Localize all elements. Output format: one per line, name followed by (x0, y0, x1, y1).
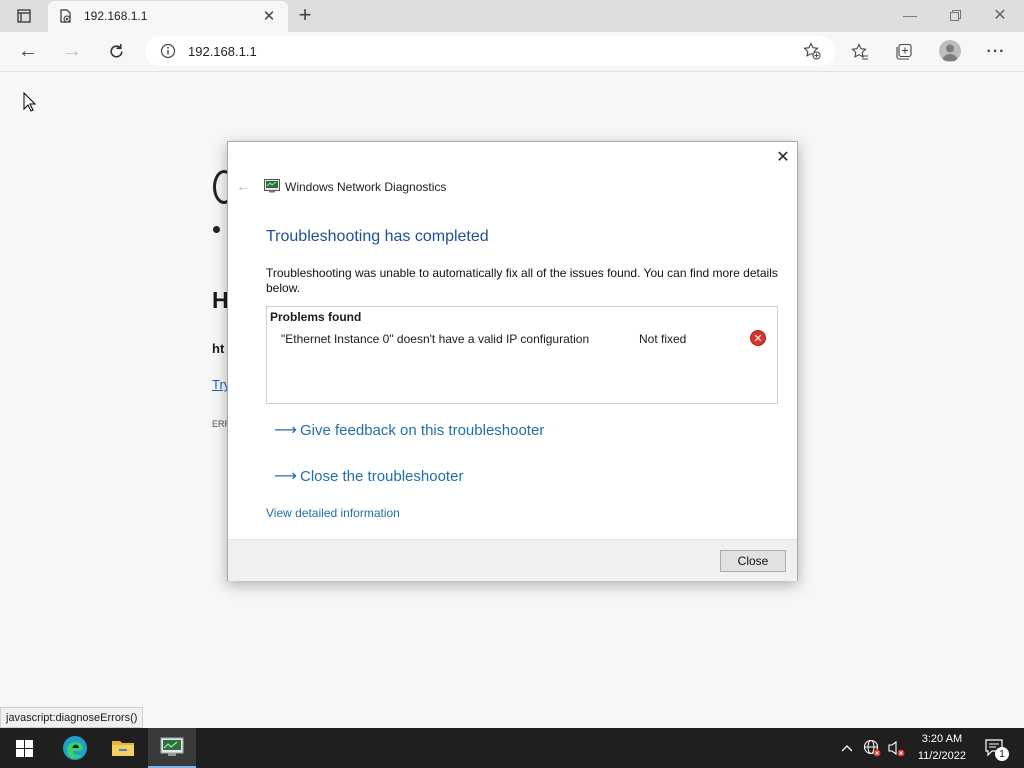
dialog-close-icon[interactable]: ✕ (774, 148, 792, 166)
dialog-heading: Troubleshooting has completed (266, 228, 489, 245)
address-text: 192.168.1.1 (188, 44, 257, 59)
problem-description: "Ethernet Instance 0" doesn't have a val… (281, 332, 590, 346)
diagnostics-app-icon (264, 179, 280, 198)
network-diagnostics-taskbar-icon[interactable] (148, 728, 196, 768)
tab-title: 192.168.1.1 (84, 9, 148, 23)
show-hidden-icons-icon[interactable] (838, 728, 856, 768)
page-error-icon (58, 9, 72, 28)
feedback-action-link[interactable]: ⟶ Give feedback on this troubleshooter (274, 420, 544, 440)
plus-icon[interactable]: + (294, 2, 316, 27)
notification-count-badge: 1 (995, 747, 1009, 761)
dialog-footer: Close (228, 539, 797, 581)
dialog-description: Troubleshooting was unable to automatica… (266, 266, 778, 295)
profile-icon[interactable] (939, 40, 961, 62)
arrow-right-icon: ⟶ (274, 422, 297, 439)
minimize-icon[interactable]: — (900, 6, 920, 24)
collections-icon[interactable] (893, 41, 915, 63)
favorites-icon[interactable] (849, 41, 871, 63)
info-icon[interactable] (160, 43, 176, 64)
network-diagnostics-dialog: ✕ ← Windows Network Diagnostics Troubles… (227, 141, 798, 581)
close-button[interactable]: Close (720, 550, 786, 572)
not-fixed-error-icon: ✕ (750, 330, 766, 346)
tab-actions-icon[interactable] (14, 6, 34, 26)
clock[interactable]: 3:20 AM 11/2/2022 (918, 731, 966, 765)
problems-header: Problems found (270, 310, 362, 324)
start-icon[interactable] (0, 728, 48, 768)
close-icon[interactable]: ✕ (261, 8, 277, 25)
add-favorite-icon[interactable] (802, 41, 822, 61)
feedback-action-label: Give feedback on this troubleshooter (300, 421, 545, 439)
arrow-right-icon: ⟶ (274, 468, 297, 485)
dialog-back-icon[interactable]: ← (235, 178, 251, 194)
problems-list: Problems found "Ethernet Instance 0" doe… (266, 306, 778, 404)
close-troubleshooter-label: Close the troubleshooter (300, 467, 464, 485)
edge-icon[interactable] (52, 728, 98, 768)
view-detailed-info-link[interactable]: View detailed information (266, 506, 400, 520)
clock-time: 3:20 AM (921, 733, 963, 745)
problem-status: Not fixed (639, 332, 687, 346)
file-explorer-icon[interactable] (100, 728, 146, 768)
tab-strip: 192.168.1.1 ✕ + — ✕ (0, 0, 1024, 32)
refresh-icon[interactable] (105, 40, 127, 62)
network-error-icon[interactable] (861, 728, 883, 768)
status-bar-link-preview: javascript:diagnoseErrors() (0, 707, 144, 728)
clock-date: 11/2/2022 (917, 750, 966, 762)
browser-tab[interactable]: 192.168.1.1 ✕ (48, 1, 288, 32)
notifications-icon[interactable]: 1 (978, 728, 1012, 768)
page-url: ht (212, 341, 225, 356)
close-troubleshooter-link[interactable]: ⟶ Close the troubleshooter (274, 466, 463, 486)
more-icon[interactable]: ··· (985, 41, 1007, 63)
forward-icon[interactable]: → (61, 40, 83, 62)
back-icon[interactable]: ← (17, 40, 39, 62)
mouse-cursor-icon (23, 92, 37, 112)
window-close-icon[interactable]: ✕ (990, 5, 1010, 25)
dialog-title: Windows Network Diagnostics (285, 180, 447, 194)
volume-muted-icon[interactable] (885, 728, 907, 768)
taskbar: 3:20 AM 11/2/2022 1 (0, 728, 1024, 768)
restore-icon[interactable] (945, 6, 965, 24)
address-bar[interactable]: 192.168.1.1 (145, 36, 835, 66)
